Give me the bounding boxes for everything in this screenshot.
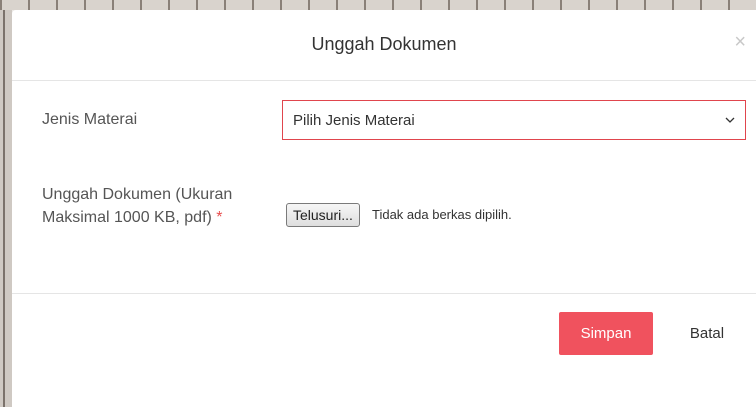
jenis-materai-select[interactable]: Pilih Jenis Materai [282,100,746,140]
jenis-materai-selected-value: Pilih Jenis Materai [293,112,415,129]
footer-divider [12,293,756,294]
backdrop-strip [0,0,756,10]
jenis-materai-label: Jenis Materai [42,111,138,128]
unggah-dokumen-label-text: Unggah Dokumen (Ukuran Maksimal 1000 KB,… [42,186,233,226]
backdrop-edge [0,10,12,407]
unggah-dokumen-label: Unggah Dokumen (Ukuran Maksimal 1000 KB,… [42,183,242,229]
modal-header: Unggah Dokumen × [12,10,756,81]
close-icon[interactable]: × [734,32,746,52]
upload-document-modal: Unggah Dokumen × Jenis Materai Pilih Jen… [12,10,756,407]
required-marker: * [216,209,223,226]
browse-file-button[interactable]: Telusuri... [286,203,360,227]
save-button[interactable]: Simpan [559,312,653,355]
modal-title: Unggah Dokumen [311,34,457,54]
file-status-text: Tidak ada berkas dipilih. [372,207,512,222]
cancel-button[interactable]: Batal [672,312,742,355]
chevron-down-icon [725,117,735,123]
